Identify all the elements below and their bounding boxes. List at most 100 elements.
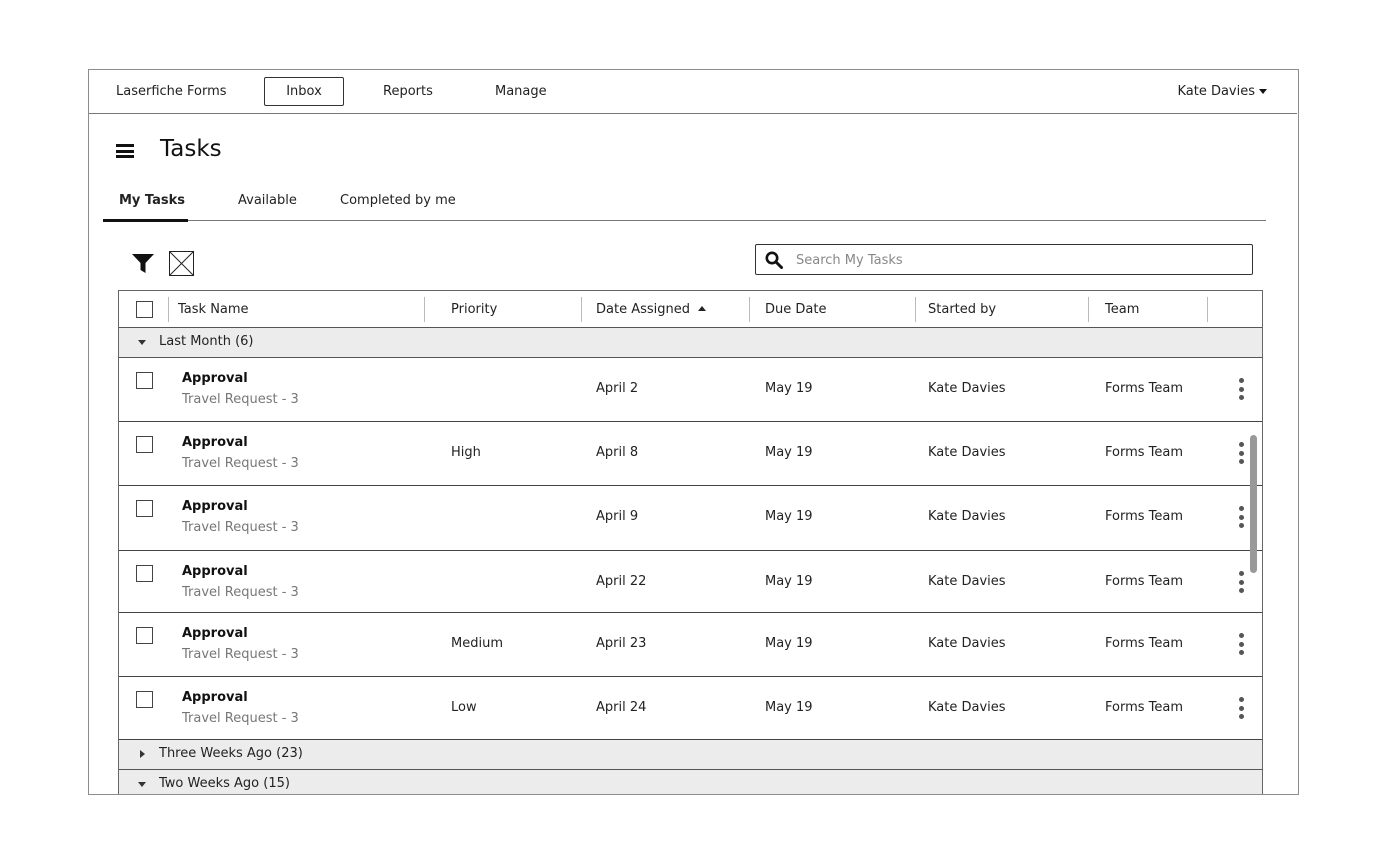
column-date-assigned[interactable]: Date Assigned [596,302,706,317]
table-row[interactable]: Approval Travel Request - 3 Low April 24… [119,677,1262,740]
nav-reports[interactable]: Reports [383,84,433,99]
row-checkbox[interactable] [136,372,153,389]
user-name: Kate Davies [1177,84,1255,99]
column-divider [915,297,916,322]
team: Forms Team [1105,700,1184,715]
due-date: May 19 [765,636,813,651]
column-team[interactable]: Team [1105,302,1139,317]
more-options-icon[interactable] [1239,697,1245,721]
due-date: May 19 [765,509,813,524]
sort-ascending-icon [698,306,706,311]
started-by: Kate Davies [928,381,1006,396]
column-due-date[interactable]: Due Date [765,302,826,317]
due-date: May 19 [765,700,813,715]
task-form: Travel Request - 3 [182,585,299,600]
task-name[interactable]: Approval [182,564,248,579]
group-label: Last Month (6) [159,334,254,349]
task-form: Travel Request - 3 [182,647,299,662]
team: Forms Team [1105,636,1184,651]
filter-icon[interactable] [132,254,154,274]
group-label: Two Weeks Ago (15) [159,776,290,791]
column-priority[interactable]: Priority [451,302,497,317]
team: Forms Team [1105,509,1184,524]
column-started-by[interactable]: Started by [928,302,996,317]
date-assigned: April 9 [596,509,639,524]
date-assigned: April 23 [596,636,647,651]
row-checkbox[interactable] [136,691,153,708]
date-assigned: April 8 [596,445,639,460]
select-all-checkbox[interactable] [136,301,153,318]
expand-down-icon [138,340,146,345]
search-input[interactable] [796,249,1236,271]
due-date: May 19 [765,445,813,460]
column-divider [1088,297,1089,322]
column-divider [424,297,425,322]
hamburger-icon[interactable] [116,144,134,158]
task-form: Travel Request - 3 [182,711,299,726]
row-checkbox[interactable] [136,436,153,453]
row-checkbox[interactable] [136,500,153,517]
row-checkbox[interactable] [136,565,153,582]
table-row[interactable]: Approval Travel Request - 3 April 9 May … [119,486,1262,551]
tab-available[interactable]: Available [238,193,297,208]
group-header-two-weeks-ago[interactable]: Two Weeks Ago (15) [119,770,1262,794]
expand-down-icon [138,782,146,787]
priority: Low [451,700,477,715]
started-by: Kate Davies [928,509,1006,524]
clear-filter-icon[interactable] [169,251,194,276]
task-form: Travel Request - 3 [182,520,299,535]
started-by: Kate Davies [928,574,1006,589]
expand-right-icon [140,750,145,758]
started-by: Kate Davies [928,445,1006,460]
group-header-last-month[interactable]: Last Month (6) [119,328,1262,358]
date-assigned: April 24 [596,700,647,715]
scrollbar-thumb[interactable] [1250,435,1257,573]
column-divider [168,297,169,322]
column-divider [581,297,582,322]
task-name[interactable]: Approval [182,690,248,705]
page-title: Tasks [160,136,222,162]
priority: Medium [451,636,503,651]
row-checkbox[interactable] [136,627,153,644]
task-name[interactable]: Approval [182,435,248,450]
task-name[interactable]: Approval [182,626,248,641]
team: Forms Team [1105,574,1184,589]
search-icon[interactable] [765,251,783,269]
table-row[interactable]: Approval Travel Request - 3 High April 8… [119,422,1262,486]
more-options-icon[interactable] [1239,506,1245,530]
more-options-icon[interactable] [1239,378,1245,402]
task-name[interactable]: Approval [182,499,248,514]
nav-manage[interactable]: Manage [495,84,547,99]
top-nav: Laserfiche Forms Inbox Reports Manage Ka… [89,70,1297,114]
nav-inbox[interactable]: Inbox [264,77,344,106]
table-row[interactable]: Approval Travel Request - 3 Medium April… [119,613,1262,677]
search-box [755,244,1253,275]
group-header-three-weeks-ago[interactable]: Three Weeks Ago (23) [119,740,1262,770]
column-divider [749,297,750,322]
group-label: Three Weeks Ago (23) [159,746,303,761]
started-by: Kate Davies [928,636,1006,651]
column-task-name[interactable]: Task Name [178,302,249,317]
more-options-icon[interactable] [1239,633,1245,657]
user-menu[interactable]: Kate Davies [1177,84,1267,99]
more-options-icon[interactable] [1239,442,1245,466]
team: Forms Team [1105,381,1184,396]
tab-completed-by-me[interactable]: Completed by me [340,193,456,208]
task-form: Travel Request - 3 [182,392,299,407]
tab-bar: My Tasks Available Completed by me [103,184,1266,222]
task-name[interactable]: Approval [182,371,248,386]
column-divider [1207,297,1208,322]
tab-my-tasks[interactable]: My Tasks [119,193,185,208]
date-assigned: April 22 [596,574,647,589]
table-row[interactable]: Approval Travel Request - 3 April 22 May… [119,551,1262,613]
table-header: Task Name Priority Date Assigned Due Dat… [119,291,1262,328]
table-row[interactable]: Approval Travel Request - 3 April 2 May … [119,358,1262,422]
date-assigned: April 2 [596,381,639,396]
tasks-table: Task Name Priority Date Assigned Due Dat… [118,290,1263,794]
team: Forms Team [1105,445,1184,460]
brand-label[interactable]: Laserfiche Forms [116,84,227,99]
priority: High [451,445,481,460]
caret-down-icon [1259,89,1267,94]
due-date: May 19 [765,381,813,396]
more-options-icon[interactable] [1239,571,1245,595]
